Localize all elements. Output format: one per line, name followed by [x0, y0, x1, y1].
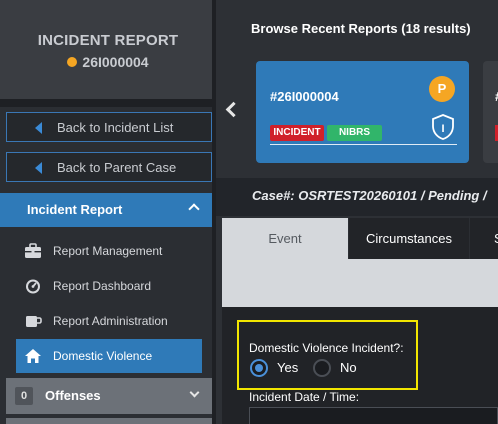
- report-card-number: #26I000004: [270, 89, 339, 104]
- back-to-incident-list-button[interactable]: Back to Incident List: [6, 112, 212, 142]
- dv-no-label[interactable]: No: [340, 360, 357, 375]
- case-bar: Case#: OSRTEST20260101 / Pending /: [216, 178, 498, 216]
- dv-no-radio[interactable]: [313, 359, 331, 377]
- caret-left-icon: [35, 122, 42, 134]
- briefcase-icon: [25, 243, 41, 258]
- sidebar-item-report-dashboard[interactable]: Report Dashboard: [16, 269, 202, 303]
- back-to-parent-case-button[interactable]: Back to Parent Case: [6, 152, 212, 182]
- incident-date-time-label: Incident Date / Time:: [249, 390, 360, 404]
- incident-report-section-toggle[interactable]: Incident Report: [0, 193, 212, 227]
- status-badge: P: [429, 76, 455, 102]
- sidebar-item-label: Report Management: [53, 244, 163, 258]
- shield-label: I: [441, 123, 444, 135]
- tab-event[interactable]: Event: [222, 218, 348, 259]
- report-card[interactable]: #26I000004 P I INCIDENT NIBRS: [256, 61, 469, 163]
- sidebar-item-label: Report Dashboard: [53, 279, 152, 293]
- back-to-parent-case-label: Back to Parent Case: [57, 160, 177, 175]
- browse-recent-reports-title: Browse Recent Reports (18 results): [251, 21, 471, 36]
- previous-arrow-icon[interactable]: [225, 101, 242, 118]
- sidebar-item-report-management[interactable]: Report Management: [16, 234, 202, 268]
- sidebar-item-domestic-violence[interactable]: Domestic Violence: [16, 339, 202, 373]
- caret-left-icon: [35, 162, 42, 174]
- domestic-violence-label: Domestic Violence Incident?:: [249, 341, 404, 355]
- section-label: Incident Report: [27, 202, 123, 217]
- back-to-incident-list-label: Back to Incident List: [57, 120, 174, 135]
- sidebar-next-section: [6, 418, 212, 424]
- tab-label: S: [494, 231, 498, 246]
- app-root: INCIDENT REPORT 26I000004 Back to Incide…: [0, 0, 498, 424]
- incident-number-text: 26I000004: [82, 54, 149, 70]
- sidebar: INCIDENT REPORT 26I000004 Back to Incide…: [0, 0, 216, 424]
- nibrs-tag: NIBRS: [327, 125, 382, 141]
- dv-yes-label[interactable]: Yes: [277, 360, 298, 375]
- sidebar-item-label: Report Administration: [53, 314, 168, 328]
- dv-yes-radio[interactable]: [250, 359, 268, 377]
- tab-label: Event: [268, 231, 302, 246]
- tab-content-header: [222, 259, 498, 307]
- sidebar-item-report-administration[interactable]: Report Administration: [16, 304, 202, 338]
- incident-date-time-field[interactable]: [249, 407, 498, 424]
- sidebar-divider: [0, 99, 216, 107]
- case-info-text: Case#: OSRTEST20260101 / Pending /: [252, 188, 487, 203]
- report-type-title: INCIDENT REPORT: [37, 32, 179, 49]
- speedometer-icon: [26, 279, 40, 294]
- offenses-section-toggle[interactable]: 0 Offenses: [6, 378, 212, 414]
- tab-label: Circumstances: [366, 231, 452, 246]
- domestic-violence-highlight: [237, 320, 418, 390]
- sidebar-item-label: Domestic Violence: [53, 349, 153, 363]
- card-divider: [270, 144, 457, 145]
- status-dot-icon: [67, 57, 78, 67]
- incident-tag: INCIDENT: [270, 125, 324, 141]
- shield-icon: I: [432, 114, 454, 140]
- tab-bar: Event Circumstances S: [222, 218, 498, 259]
- incident-number: 26I000004: [0, 54, 216, 70]
- sidebar-header: INCIDENT REPORT 26I000004: [0, 0, 216, 99]
- chevron-down-icon: [189, 387, 200, 398]
- tab-next[interactable]: S: [470, 218, 498, 259]
- mug-icon: [26, 316, 42, 327]
- house-icon: [25, 349, 41, 363]
- report-card-partial[interactable]: #: [483, 61, 498, 163]
- offenses-label: Offenses: [45, 388, 101, 403]
- tab-circumstances[interactable]: Circumstances: [349, 218, 469, 259]
- chevron-up-icon: [188, 203, 200, 215]
- offenses-count-badge: 0: [15, 387, 33, 405]
